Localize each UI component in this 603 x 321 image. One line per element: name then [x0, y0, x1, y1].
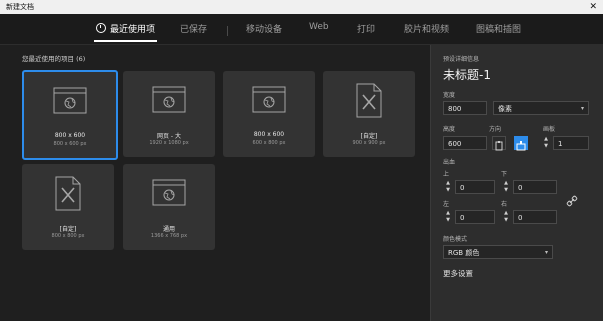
preset-name: 800 x 600 [253, 131, 285, 138]
tab-label: Web [309, 22, 329, 32]
tab-label: 已保存 [180, 25, 208, 35]
right-stepper[interactable]: ▲ ▼ [503, 210, 509, 224]
window-title: 新建文档 [6, 3, 34, 11]
bottom-stepper[interactable]: ▲ ▼ [503, 180, 509, 194]
tab-mobile[interactable]: 移动设备 [246, 22, 282, 38]
landscape-orientation-button[interactable] [514, 136, 528, 151]
top-bleed-input[interactable]: 0 [455, 180, 495, 194]
preset-name: 网页 - 大 [157, 133, 181, 140]
tab-web[interactable]: Web [309, 22, 329, 38]
preset-details-label: 预设详细信息 [443, 56, 480, 63]
chevron-down-icon: ▾ [580, 105, 584, 112]
chevron-down-icon: ▾ [544, 249, 548, 256]
tab-saved[interactable]: 已保存 [180, 22, 207, 38]
preset-dimensions: 600 x 800 px [252, 140, 286, 146]
preset-dimensions: 800 x 800 px [51, 233, 85, 239]
tab-recent[interactable]: 最近使用项 [94, 22, 158, 42]
browser-icon [53, 87, 87, 114]
right-bleed-input[interactable]: 0 [513, 210, 557, 224]
artboard-stepper[interactable]: ▲ ▼ [543, 136, 549, 150]
preset-card[interactable]: [自定] 900 x 900 px [323, 71, 415, 157]
tab-print[interactable]: 打印 [357, 22, 375, 38]
width-input[interactable]: 800 [443, 101, 487, 115]
portrait-orientation-button[interactable] [492, 136, 506, 151]
artboard-count-input[interactable]: 1 [553, 136, 589, 150]
preset-name: [自定] [59, 226, 77, 233]
document-name[interactable]: 未标题-1 [443, 66, 491, 83]
new-document-dialog: 新建文档 ✕ 最近使用项 已保存 移动设备 Web 打印 胶片和视频 图稿和插图… [0, 0, 603, 321]
browser-icon [252, 86, 286, 113]
preset-dimensions: 1366 x 768 px [150, 233, 188, 239]
tab-label: 打印 [357, 25, 376, 35]
left-bleed-input[interactable]: 0 [455, 210, 495, 224]
browser-icon [152, 179, 186, 206]
top-label: 上 [443, 171, 450, 178]
clock-icon [96, 23, 106, 33]
top-stepper[interactable]: ▲ ▼ [445, 180, 451, 194]
tab-separator [227, 26, 228, 36]
tab-art-illustration[interactable]: 图稿和插图 [476, 22, 521, 38]
more-settings-link[interactable]: 更多设置 [443, 268, 473, 279]
preset-name: [自定] [360, 133, 378, 140]
color-mode-value: RGB 颜色 [448, 249, 480, 257]
preset-details-panel: 预设详细信息 未标题-1 宽度 800 像素 ▾ 高度 600 方向 画板 ▲ ▼… [430, 45, 603, 321]
close-icon[interactable]: ✕ [589, 0, 597, 14]
height-input[interactable]: 600 [443, 136, 487, 150]
preset-card[interactable]: 网页 - 大 1920 x 1080 px [123, 71, 215, 157]
preset-card[interactable]: 800 x 600 600 x 800 px [223, 71, 315, 157]
category-tabs: 最近使用项 已保存 移动设备 Web 打印 胶片和视频 图稿和插图 [0, 14, 603, 45]
portrait-icon [495, 141, 503, 151]
unit-value: 像素 [498, 105, 512, 113]
preset-card[interactable]: [自定] 800 x 800 px [22, 164, 114, 250]
width-label: 宽度 [443, 92, 456, 99]
tab-film-video[interactable]: 胶片和视频 [404, 22, 449, 38]
landscape-icon [516, 141, 526, 151]
tab-label: 图稿和插图 [476, 25, 522, 35]
tab-label: 最近使用项 [110, 25, 156, 35]
preset-name: 通用 [162, 226, 175, 233]
preset-card[interactable]: 通用 1366 x 768 px [123, 164, 215, 250]
tab-label: 胶片和视频 [404, 25, 450, 35]
link-icon[interactable] [566, 195, 578, 207]
artboards-label: 画板 [543, 126, 556, 133]
bottom-label: 下 [501, 171, 508, 178]
custom-doc-icon [55, 176, 81, 211]
left-stepper[interactable]: ▲ ▼ [445, 210, 451, 224]
active-tab-underline [94, 40, 158, 42]
tab-label: 移动设备 [246, 25, 283, 35]
preset-dimensions: 1920 x 1080 px [149, 140, 189, 146]
recent-items-panel: 您最近使用的项目 (6) 800 x 600 800 x 600 px 网页 -… [0, 45, 430, 321]
bleed-label: 出血 [443, 159, 456, 166]
preset-dimensions: 800 x 600 px [53, 141, 87, 147]
unit-dropdown[interactable]: 像素 ▾ [493, 101, 589, 115]
preset-dimensions: 900 x 900 px [352, 140, 386, 146]
color-mode-dropdown[interactable]: RGB 颜色 ▾ [443, 245, 553, 259]
left-label: 左 [443, 201, 450, 208]
right-label: 右 [501, 201, 508, 208]
height-label: 高度 [443, 126, 456, 133]
browser-icon [152, 86, 186, 113]
orientation-label: 方向 [489, 126, 502, 133]
recent-items-label: 您最近使用的项目 (6) [22, 55, 86, 63]
custom-doc-icon [356, 83, 382, 118]
color-mode-label: 颜色模式 [443, 236, 468, 243]
preset-card[interactable]: 800 x 600 800 x 600 px [22, 70, 118, 160]
bottom-bleed-input[interactable]: 0 [513, 180, 557, 194]
preset-name: 800 x 600 [54, 132, 86, 139]
title-bar: 新建文档 ✕ [0, 0, 603, 14]
